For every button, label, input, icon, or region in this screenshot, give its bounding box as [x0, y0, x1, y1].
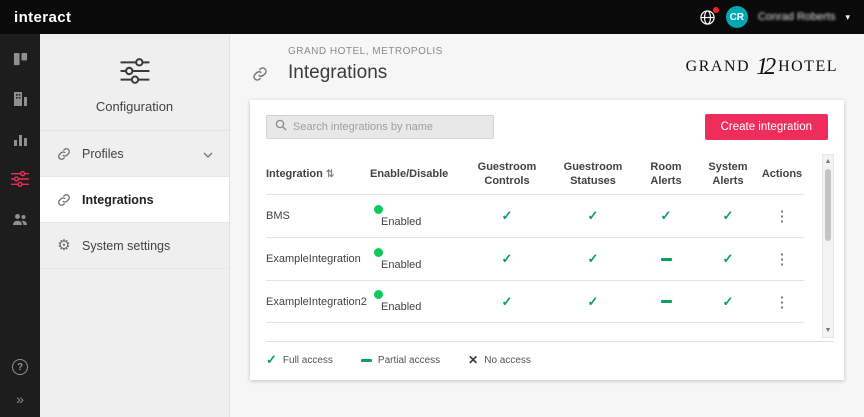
column-integration[interactable]: Integration ⇅: [266, 168, 370, 182]
room-alerts-access: ✓: [660, 208, 672, 223]
table-row: ExampleIntegration Enabled ✓ ✓ ✓ ⋮: [266, 237, 804, 280]
integrations-table: Integration ⇅ Enable/Disable Guestroom Co…: [266, 156, 804, 323]
search-input[interactable]: [293, 121, 485, 133]
sidebar-item-system-settings[interactable]: ⚙ System settings: [40, 223, 229, 269]
check-icon: ✓: [266, 352, 277, 367]
system-alerts-access: ✓: [722, 293, 734, 309]
search-icon: [275, 118, 287, 136]
topbar: interact CR Conrad Roberts ▾: [0, 0, 864, 34]
sidebar-item-profiles[interactable]: Profiles: [40, 131, 229, 177]
enable-disable-toggle[interactable]: Enabled: [370, 290, 464, 313]
link-icon: [252, 66, 268, 87]
sidebar-item-integrations[interactable]: Integrations: [40, 177, 229, 223]
notification-badge: [712, 6, 719, 13]
column-room-alerts: Room Alerts: [650, 161, 682, 187]
gear-icon: ⚙: [57, 237, 71, 254]
guestroom-controls-access: ✓: [501, 208, 513, 223]
sidebar-header: Configuration: [40, 34, 229, 130]
icon-rail: ? »: [0, 34, 40, 417]
page-header: GRAND HOTEL, METROPOLIS Integrations GRA…: [230, 34, 864, 84]
guestroom-controls-access: ✓: [501, 251, 513, 266]
integration-name: ExampleIntegration2: [266, 295, 367, 308]
profiles-icon: [56, 147, 72, 161]
username[interactable]: Conrad Roberts: [758, 11, 836, 23]
create-integration-button[interactable]: Create integration: [704, 114, 828, 140]
hotel-brand-logo: GRAND 12 HOTEL: [685, 54, 838, 80]
scroll-down-icon[interactable]: ▼: [825, 324, 832, 337]
sidebar-item-label: Profiles: [82, 146, 124, 161]
reports-icon[interactable]: [11, 130, 29, 148]
guestroom-controls-access: ✓: [501, 293, 513, 309]
help-icon[interactable]: ?: [12, 359, 28, 375]
system-alerts-access: ✓: [722, 251, 734, 266]
column-enable-disable: Enable/Disable: [370, 168, 449, 181]
sidebar-item-label: System settings: [82, 238, 171, 253]
dash-icon: [360, 358, 372, 362]
enabled-dot: [374, 204, 383, 214]
room-alerts-access: [636, 296, 696, 308]
link-icon: [56, 193, 72, 207]
status-label: Enabled: [381, 301, 422, 313]
rail-bottom: ? »: [12, 359, 28, 407]
main-content: GRAND HOTEL, METROPOLIS Integrations GRA…: [230, 34, 864, 417]
brand-word-right: HOTEL: [778, 58, 838, 75]
enable-disable-toggle[interactable]: Enabled: [370, 204, 464, 228]
room-alerts-access: [636, 253, 696, 265]
column-guestroom-controls: Guestroom Controls: [477, 161, 537, 187]
scroll-thumb[interactable]: [825, 169, 831, 241]
card-toolbar: Create integration: [266, 114, 828, 140]
interact-logo: interact: [14, 8, 72, 26]
sort-icon[interactable]: ⇅: [326, 169, 334, 180]
table-row: ExampleIntegration2 Enabled ✓ ✓ ✓ ⋮: [266, 280, 804, 323]
row-actions-menu-icon[interactable]: ⋮: [760, 207, 804, 225]
legend-partial-access: Partial access: [360, 355, 440, 366]
enabled-dot: [374, 247, 383, 257]
brand-word-left: GRAND: [685, 58, 751, 75]
building-icon[interactable]: [11, 90, 29, 108]
row-actions-menu-icon[interactable]: ⋮: [760, 293, 804, 311]
guestroom-statuses-access: ✓: [587, 251, 599, 266]
table-body: BMS Enabled ✓ ✓ ✓ ✓ ⋮ ExampleIntegration…: [266, 194, 804, 323]
configuration-icon[interactable]: [11, 170, 29, 188]
status-label: Enabled: [381, 215, 422, 228]
language-globe-icon[interactable]: [699, 6, 719, 26]
sidebar: Configuration Profiles Integrations ⚙ Sy…: [40, 34, 230, 417]
sidebar-title: Configuration: [95, 99, 174, 114]
column-actions: Actions: [761, 168, 803, 181]
search-box: [266, 115, 494, 139]
legend-full-access: ✓ Full access: [266, 352, 333, 367]
expand-rail-icon[interactable]: »: [16, 391, 24, 407]
access-legend: ✓ Full access Partial access ✕ No access: [266, 352, 531, 368]
table-header: Integration ⇅ Enable/Disable Guestroom Co…: [266, 156, 804, 194]
integrations-card: Create integration Integration⇅ Enable/D…: [250, 100, 844, 380]
sidebar-item-label: Integrations: [82, 192, 154, 207]
legend-no-access: ✕ No access: [468, 353, 531, 367]
column-system-alerts: System Alerts: [708, 161, 748, 187]
users-icon[interactable]: [11, 210, 29, 228]
sliders-icon: [120, 58, 150, 88]
table-row: BMS Enabled ✓ ✓ ✓ ✓ ⋮: [266, 194, 804, 237]
row-actions-menu-icon[interactable]: ⋮: [760, 250, 804, 268]
guestroom-statuses-access: ✓: [587, 293, 599, 309]
guestroom-statuses-access: ✓: [587, 208, 599, 223]
scroll-track[interactable]: [823, 168, 833, 324]
scroll-up-icon[interactable]: ▲: [825, 155, 832, 168]
app-window: interact CR Conrad Roberts ▾ ? » Configu…: [0, 0, 864, 417]
vertical-scrollbar[interactable]: ▲ ▼: [822, 154, 834, 338]
integration-name: ExampleIntegration: [266, 253, 361, 265]
enabled-dot: [374, 290, 383, 299]
chevron-down-icon[interactable]: ▾: [845, 12, 850, 23]
dashboard-icon[interactable]: [11, 50, 29, 68]
cross-icon: ✕: [468, 353, 479, 367]
sidebar-menu: Profiles Integrations ⚙ System settings: [40, 130, 229, 269]
chevron-down-icon[interactable]: [203, 147, 213, 161]
avatar[interactable]: CR: [725, 6, 748, 28]
legend-divider: [266, 341, 834, 342]
system-alerts-access: ✓: [722, 208, 734, 223]
enable-disable-toggle[interactable]: Enabled: [370, 247, 464, 271]
status-label: Enabled: [381, 258, 422, 271]
user-menu: CR Conrad Roberts ▾: [699, 6, 850, 28]
integration-name: BMS: [266, 210, 290, 222]
column-guestroom-statuses: Guestroom Statuses: [563, 161, 623, 187]
